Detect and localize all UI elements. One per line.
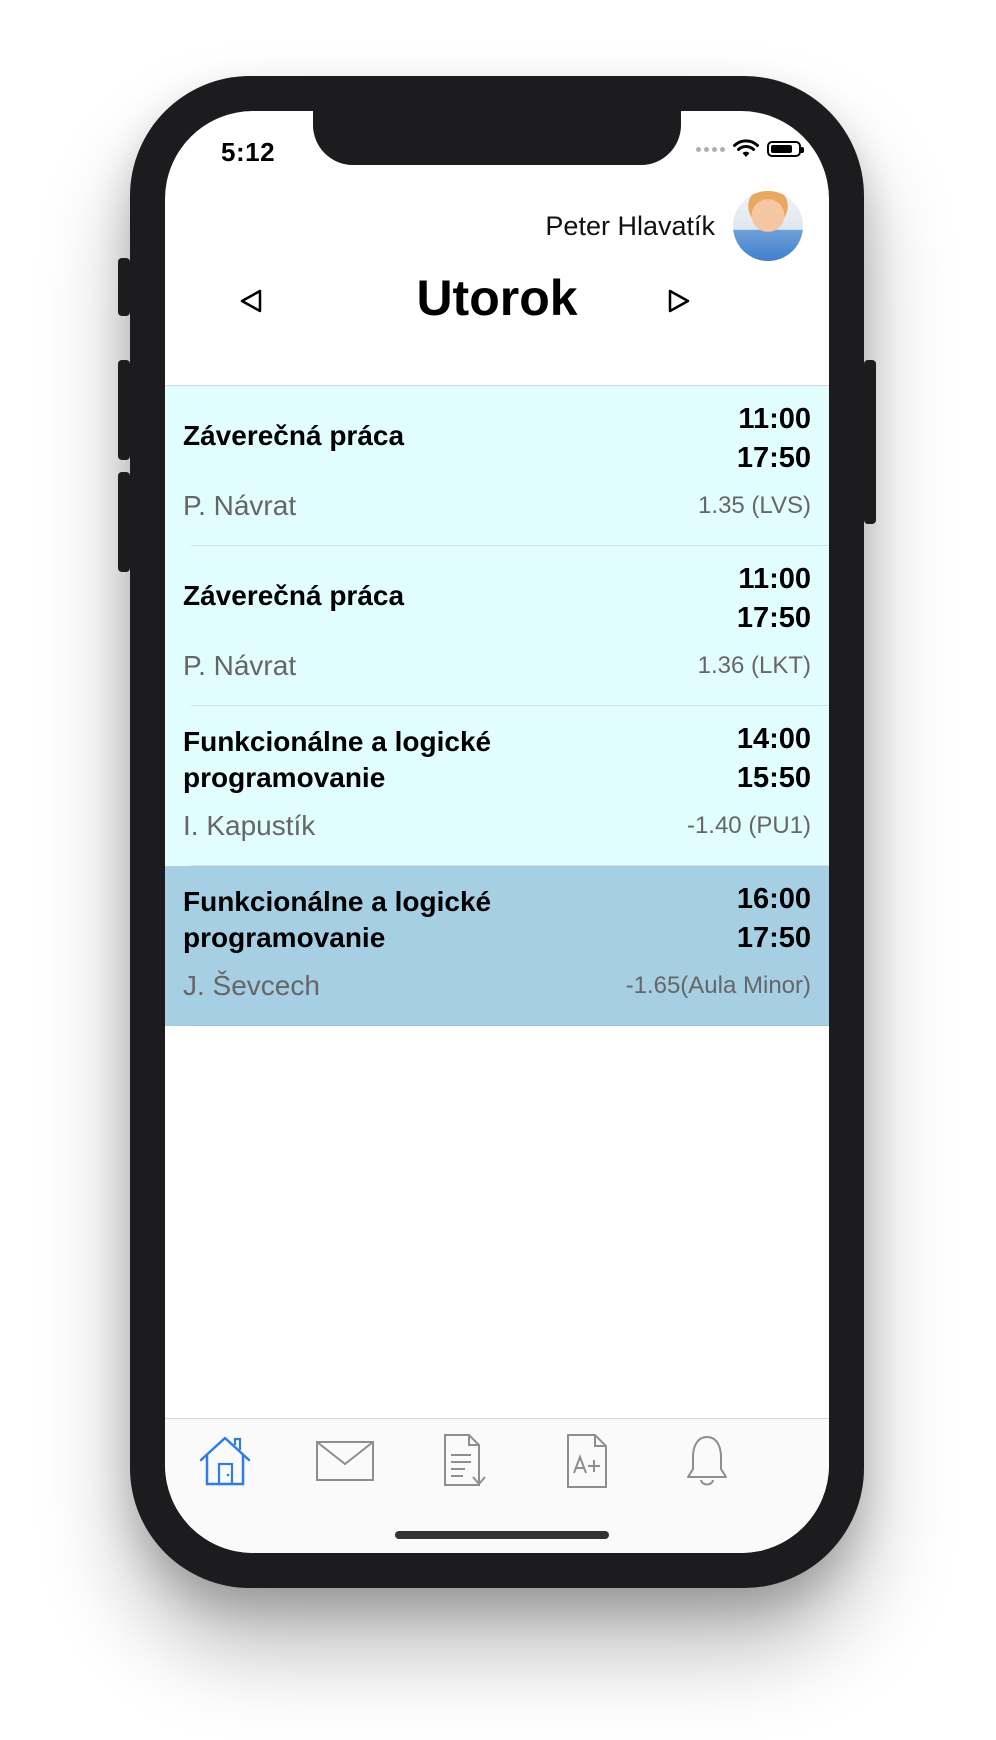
status-time: 5:12 xyxy=(221,137,276,167)
lesson-list: Záverečná práca 11:00 17:50 P. Návrat 1.… xyxy=(165,385,829,1026)
lesson-room: 1.36 (LKT) xyxy=(697,652,811,679)
home-indicator xyxy=(395,1531,609,1539)
home-icon xyxy=(199,1436,251,1486)
lesson-row[interactable]: Funkcionálne a logické programovanie 14:… xyxy=(165,706,829,866)
tab-notifications[interactable] xyxy=(677,1433,737,1489)
tab-home[interactable] xyxy=(195,1433,255,1489)
day-navigation: Utorok xyxy=(165,261,829,349)
day-title: Utorok xyxy=(416,270,578,326)
lesson-subject: Funkcionálne a logické programovanie xyxy=(183,886,492,953)
lesson-teacher: I. Kapustík xyxy=(183,810,316,841)
lesson-row[interactable]: Záverečná práca 11:00 17:50 P. Návrat 1.… xyxy=(165,386,829,546)
next-day-button[interactable] xyxy=(659,281,699,321)
lesson-end-time: 17:50 xyxy=(736,922,811,954)
lesson-subject: Funkcionálne a logické programovanie xyxy=(183,726,492,793)
tab-documents[interactable] xyxy=(437,1433,497,1489)
user-name: Peter Hlavatík xyxy=(545,210,715,241)
lesson-start-time: 11:00 xyxy=(738,403,811,435)
triangle-right-icon xyxy=(668,289,690,313)
lesson-room: -1.40 (PU1) xyxy=(686,812,811,839)
lesson-subject: Záverečná práca xyxy=(183,420,405,451)
lesson-times: 16:00 17:50 xyxy=(737,880,811,958)
lesson-teacher: P. Návrat xyxy=(183,490,297,521)
lesson-row-selected[interactable]: Funkcionálne a logické programovanie 16:… xyxy=(165,866,829,1026)
lesson-teacher: P. Návrat xyxy=(183,650,297,681)
mail-icon xyxy=(316,1441,374,1481)
lesson-room: 1.35 (LVS) xyxy=(698,492,811,519)
silent-switch xyxy=(118,258,130,316)
lesson-start-time: 14:00 xyxy=(736,723,811,755)
lesson-start-time: 16:00 xyxy=(736,883,811,915)
lesson-end-time: 17:50 xyxy=(736,442,811,474)
lesson-end-time: 15:50 xyxy=(736,762,811,794)
notch xyxy=(313,111,681,165)
avatar[interactable] xyxy=(733,191,803,261)
signal-icon xyxy=(696,146,725,152)
volume-up-button xyxy=(118,360,130,460)
screen: 5:12 Peter Hlavatík Utorok Záverečná prá… xyxy=(165,111,829,1553)
lesson-end-time: 17:50 xyxy=(736,602,811,634)
phone-frame: 5:12 Peter Hlavatík Utorok Záverečná prá… xyxy=(118,76,876,1588)
power-button xyxy=(864,360,876,524)
document-download-icon xyxy=(444,1434,486,1486)
lesson-row[interactable]: Záverečná práca 11:00 17:50 P. Návrat 1.… xyxy=(165,546,829,706)
lesson-room: -1.65(Aula Minor) xyxy=(625,972,811,999)
volume-down-button xyxy=(118,472,130,572)
lesson-teacher: J. Ševcech xyxy=(183,970,320,1001)
grade-document-icon xyxy=(567,1434,607,1488)
lesson-times: 11:00 17:50 xyxy=(737,560,811,638)
lesson-times: 11:00 17:50 xyxy=(737,400,811,478)
user-header: Peter Hlavatík xyxy=(545,191,803,261)
wifi-icon xyxy=(733,139,759,157)
tab-messages[interactable] xyxy=(315,1433,375,1489)
bell-icon xyxy=(687,1436,727,1486)
battery-icon xyxy=(767,141,804,157)
lesson-start-time: 11:00 xyxy=(738,563,811,595)
lesson-subject: Záverečná práca xyxy=(183,580,405,611)
tab-grades[interactable] xyxy=(557,1433,617,1489)
status-icons xyxy=(696,139,804,159)
tab-bar xyxy=(165,1418,829,1553)
lesson-times: 14:00 15:50 xyxy=(737,720,811,798)
